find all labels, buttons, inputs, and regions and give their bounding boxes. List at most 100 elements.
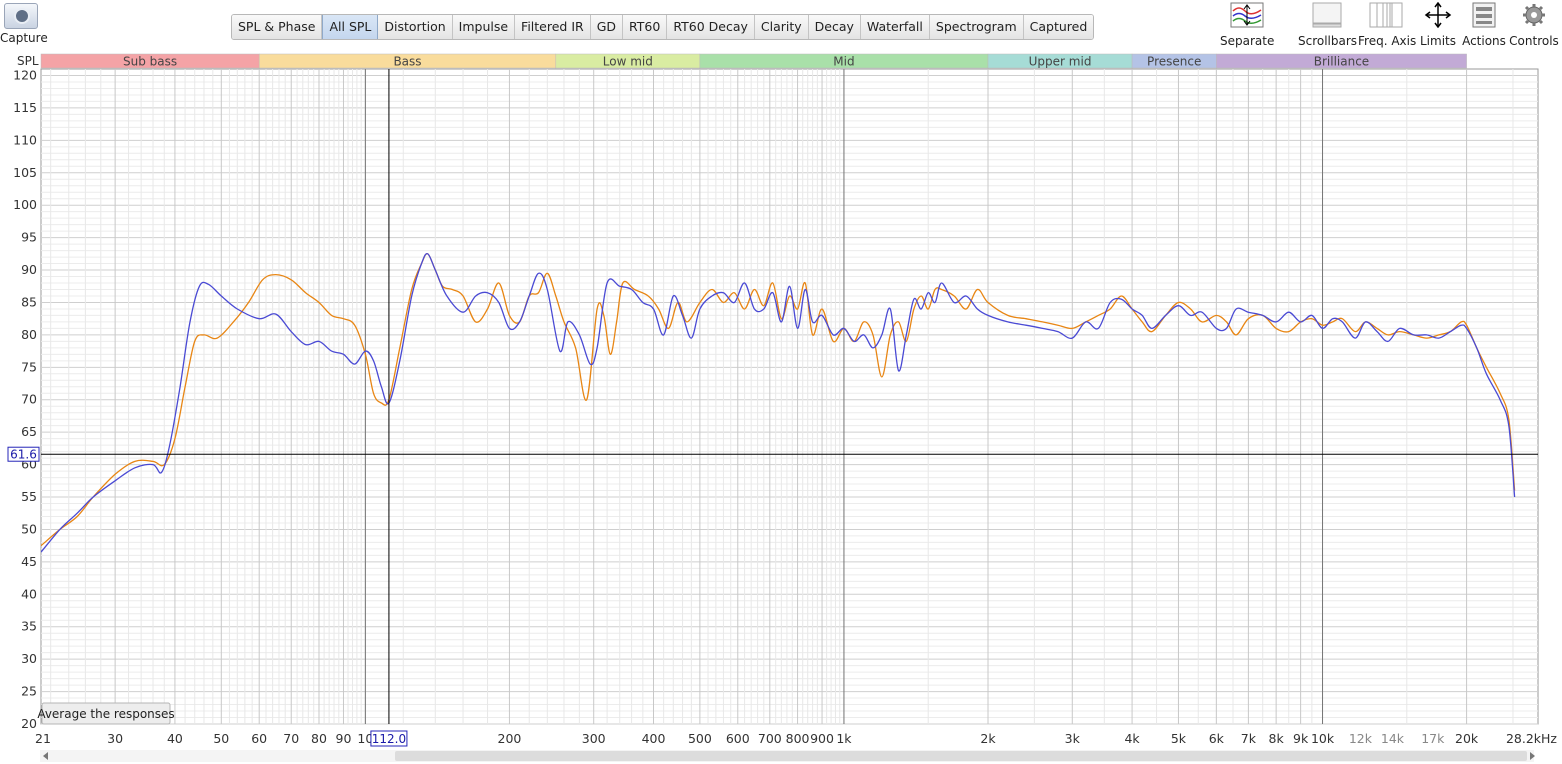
- spl-plot[interactable]: 20 25 30 35 40 45 50 55 60 65 70 75 80 85 90 95 100 105 11…: [0, 50, 1562, 764]
- x-tick-label: 40: [167, 731, 183, 746]
- freq-axis-label: Freq. Axis: [1358, 34, 1417, 48]
- x-tick-label: 28.2kHz: [1506, 731, 1557, 746]
- x-tick-label: 6k: [1209, 731, 1225, 746]
- x-tick-label: 1k: [836, 731, 852, 746]
- freq-cursor-readout: 112.0: [372, 732, 406, 746]
- y-tick-label: 90: [21, 262, 37, 277]
- scrollbars-button[interactable]: Scrollbars: [1298, 2, 1358, 48]
- x-tick-label: 14k: [1381, 731, 1405, 746]
- x-tick-label: 7k: [1241, 731, 1257, 746]
- x-tick-label: 5k: [1171, 731, 1187, 746]
- band-label: Mid: [833, 55, 854, 69]
- tab-waterfall[interactable]: Waterfall: [860, 15, 930, 39]
- y-tick-label: 65: [21, 424, 37, 439]
- x-tick-label: 900: [810, 731, 834, 746]
- x-tick-label: 10k: [1311, 731, 1335, 746]
- band-label: Low mid: [603, 55, 653, 69]
- x-tick-label: 20k: [1455, 731, 1479, 746]
- tab-decay[interactable]: Decay: [808, 15, 861, 39]
- tab-captured[interactable]: Captured: [1023, 15, 1094, 39]
- band-label: Sub bass: [123, 55, 177, 69]
- x-tick-label: 3k: [1065, 731, 1081, 746]
- y-tick-label: 95: [21, 230, 37, 245]
- x-tick-label: 600: [726, 731, 750, 746]
- separate-label: Separate: [1220, 34, 1275, 48]
- graph-tabs: SPL & Phase All SPL Distortion Impulse Filte…: [231, 14, 1095, 40]
- x-tick-label: 2k: [980, 731, 996, 746]
- x-tick-label: 300: [582, 731, 606, 746]
- capture-button[interactable]: Capture: [0, 0, 48, 48]
- y-tick-label: 100: [13, 197, 37, 212]
- x-tick-label: 9k: [1293, 731, 1309, 746]
- band-label: Bass: [393, 55, 421, 69]
- y-tick-label: 25: [21, 684, 37, 699]
- tab-all-spl[interactable]: All SPL: [322, 15, 379, 39]
- x-tick-label: 90: [336, 731, 352, 746]
- y-tick-label: 75: [21, 359, 37, 374]
- x-tick-label: 21: [35, 731, 51, 746]
- camera-icon: [4, 3, 38, 29]
- tab-rt60-decay[interactable]: RT60 Decay: [667, 15, 755, 39]
- tab-clarity[interactable]: Clarity: [754, 15, 809, 39]
- x-tick-label: 70: [283, 731, 299, 746]
- x-tick-label: 800: [786, 731, 810, 746]
- x-tick-label: 4k: [1124, 731, 1140, 746]
- spl-chart[interactable]: 20 25 30 35 40 45 50 55 60 65 70 75 80 85 90 95 100 105 11…: [0, 50, 1562, 764]
- y-tick-label: 70: [21, 392, 37, 407]
- x-tick-label: 12k: [1349, 731, 1373, 746]
- tab-spectrogram[interactable]: Spectrogram: [929, 15, 1024, 39]
- x-tick-label: 50: [213, 731, 229, 746]
- y-tick-label: 55: [21, 489, 37, 504]
- actions-icon: [1472, 2, 1496, 28]
- x-tick-label: 400: [642, 731, 666, 746]
- y-tick-label: 20: [21, 716, 37, 731]
- band-label: Presence: [1147, 55, 1201, 69]
- separate-icon: [1230, 2, 1264, 28]
- y-tick-label: 115: [13, 100, 37, 115]
- x-tick-label: 17k: [1421, 731, 1445, 746]
- scrollbars-icon: [1312, 2, 1342, 28]
- freq-axis-icon: [1369, 2, 1403, 28]
- tab-filtered-ir[interactable]: Filtered IR: [515, 15, 591, 39]
- tab-rt60[interactable]: RT60: [623, 15, 668, 39]
- average-responses-label: Average the responses: [37, 707, 174, 721]
- y-tick-label: 80: [21, 327, 37, 342]
- actions-button[interactable]: Actions: [1462, 2, 1506, 48]
- y-tick-label: 45: [21, 554, 37, 569]
- y-tick-label: 85: [21, 294, 37, 309]
- x-tick-label: 80: [311, 731, 327, 746]
- freq-axis-button[interactable]: Freq. Axis: [1358, 2, 1417, 48]
- y-tick-label: 50: [21, 521, 37, 536]
- limits-button[interactable]: Limits: [1416, 2, 1460, 48]
- scrollbars-label: Scrollbars: [1298, 34, 1358, 48]
- y-axis-label: SPL: [17, 54, 39, 68]
- y-tick-label: 30: [21, 651, 37, 666]
- gear-icon: [1523, 4, 1545, 26]
- y-tick-label: 120: [13, 67, 37, 82]
- tab-spl-phase[interactable]: SPL & Phase: [232, 15, 323, 39]
- tab-impulse[interactable]: Impulse: [452, 15, 516, 39]
- y-tick-label: 40: [21, 586, 37, 601]
- actions-label: Actions: [1462, 34, 1506, 48]
- average-responses-button[interactable]: Average the responses: [37, 702, 175, 725]
- y-tick-label: 110: [13, 132, 37, 147]
- controls-label: Controls: [1509, 34, 1559, 48]
- separate-button[interactable]: Separate: [1220, 2, 1274, 48]
- x-tick-label: 8k: [1269, 731, 1285, 746]
- x-tick-label: 700: [758, 731, 782, 746]
- band-label: Upper mid: [1029, 55, 1092, 69]
- capture-label: Capture: [0, 31, 48, 45]
- x-tick-label: 500: [688, 731, 712, 746]
- tab-gd[interactable]: GD: [590, 15, 624, 39]
- y-tick-label: 35: [21, 619, 37, 634]
- scrollbar-thumb[interactable]: [395, 751, 1527, 761]
- tab-distortion[interactable]: Distortion: [378, 15, 453, 39]
- band-label: Brilliance: [1314, 55, 1369, 69]
- spl-cursor-readout: 61.6: [10, 448, 37, 462]
- x-tick-label: 30: [107, 731, 123, 746]
- limits-icon: [1424, 2, 1452, 28]
- y-tick-label: 105: [13, 165, 37, 180]
- controls-button[interactable]: Controls: [1508, 2, 1560, 48]
- limits-label: Limits: [1420, 34, 1456, 48]
- x-tick-label: 60: [251, 731, 267, 746]
